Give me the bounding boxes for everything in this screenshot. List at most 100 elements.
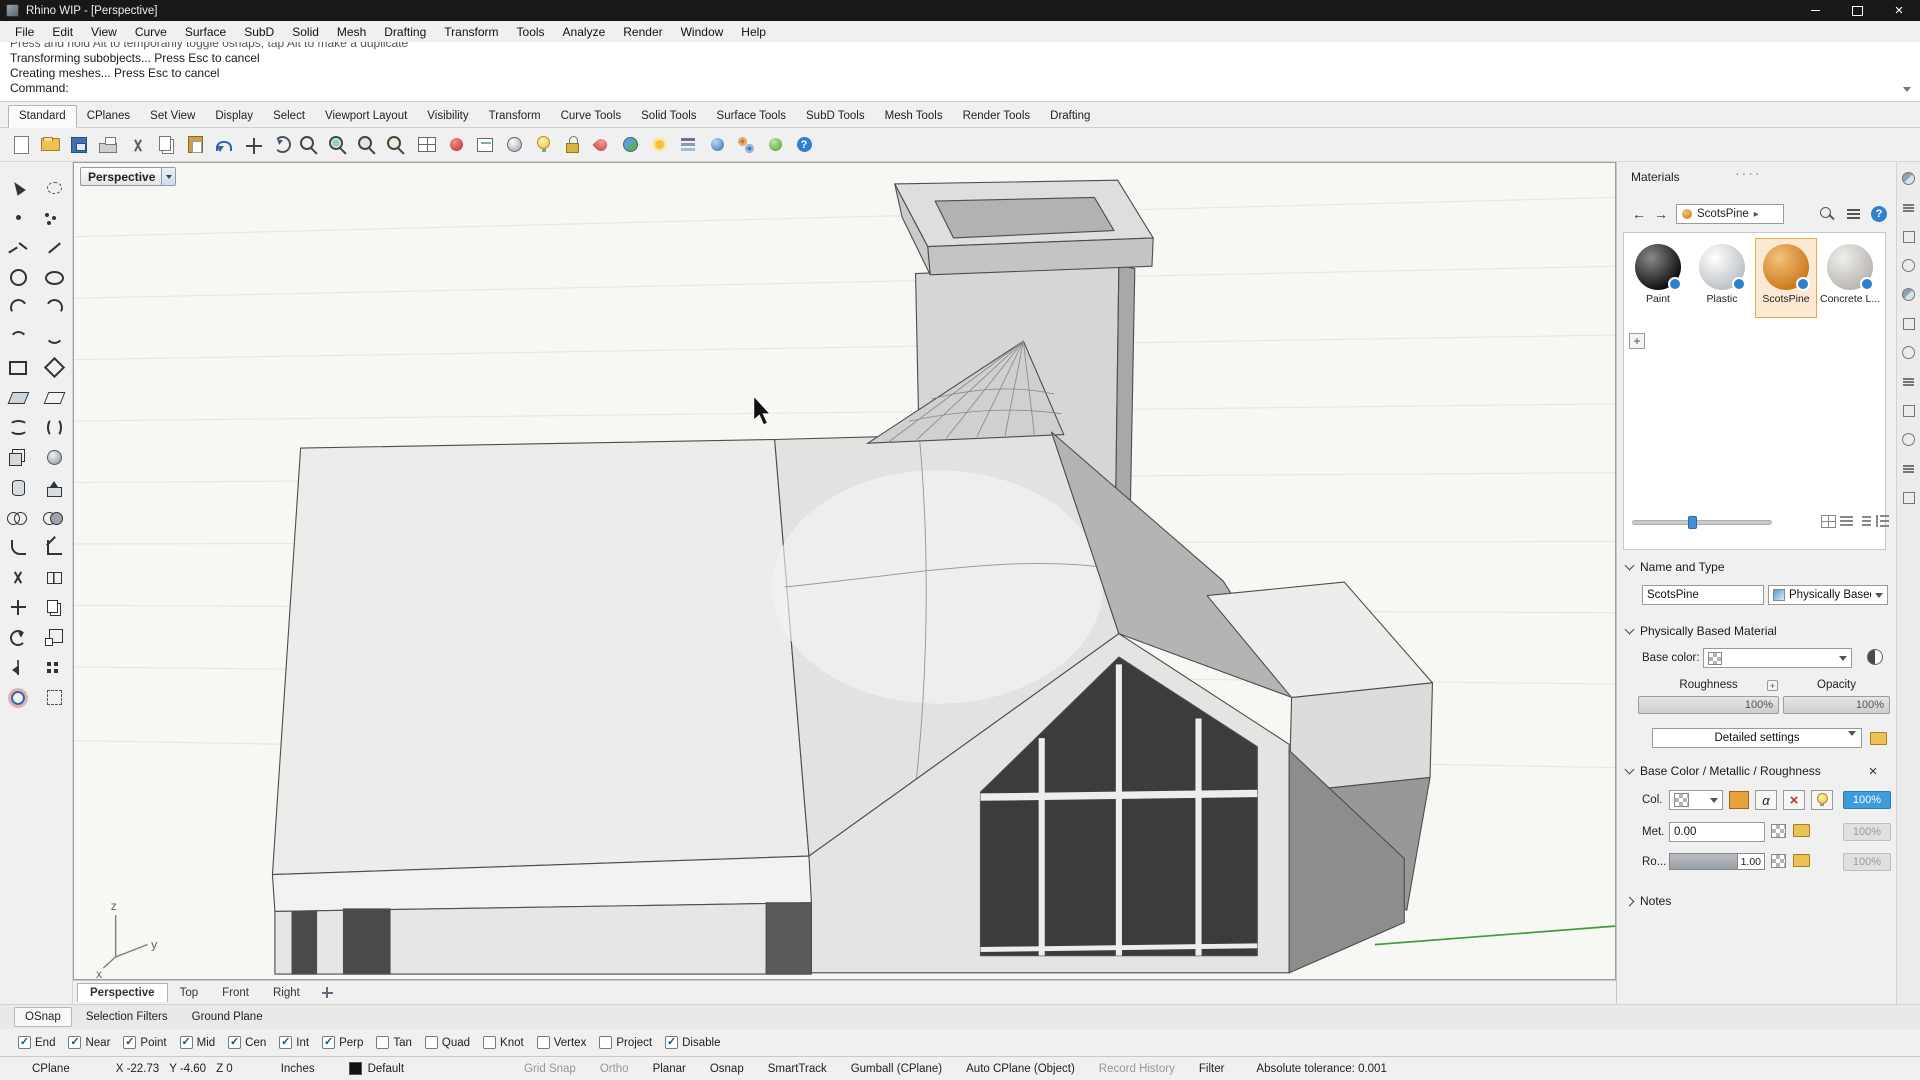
named-view-icon[interactable] <box>472 132 498 158</box>
ro-amount-chip[interactable]: 100% <box>1843 853 1891 871</box>
open-file-icon[interactable] <box>37 132 63 158</box>
handle-curve-icon[interactable] <box>40 326 68 349</box>
render-environment-icon[interactable] <box>617 132 643 158</box>
viewport-tab-top[interactable]: Top <box>168 984 211 1002</box>
save-file-icon[interactable] <box>66 132 92 158</box>
menu-solid[interactable]: Solid <box>283 23 328 41</box>
osnap-point[interactable]: ✓ Point <box>123 1036 167 1049</box>
tab-curve-tools[interactable]: Curve Tools <box>551 106 632 127</box>
status-gumball[interactable]: Gumball (CPlane) <box>851 1063 942 1075</box>
panel-menu-icon[interactable] <box>1843 204 1863 224</box>
section-base-color-metallic-roughness[interactable]: Base Color / Metallic / Roughness <box>1623 760 1886 782</box>
trim-icon[interactable] <box>4 566 32 589</box>
new-viewport-tab-icon[interactable] <box>320 985 335 1000</box>
surface-3pt-icon[interactable] <box>40 386 68 409</box>
sun-panel-icon[interactable] <box>1900 344 1917 361</box>
met-amount-chip[interactable]: 100% <box>1843 823 1891 841</box>
alpha-button[interactable] <box>1755 790 1777 810</box>
viewport-tab-right[interactable]: Right <box>261 984 312 1002</box>
self-illumination-button[interactable] <box>1811 790 1833 810</box>
back-icon[interactable] <box>1629 204 1649 224</box>
lock-icon[interactable] <box>559 132 585 158</box>
chamfer-icon[interactable] <box>40 536 68 559</box>
materials-panel-icon[interactable] <box>1900 257 1917 274</box>
osnap-int[interactable]: ✓ Int <box>279 1036 309 1049</box>
checkbox[interactable]: ✓ <box>322 1036 336 1049</box>
thumbnail-view-icon[interactable] <box>1820 514 1836 528</box>
opacity-slider[interactable]: 100% <box>1783 696 1890 714</box>
remove-texture-button[interactable] <box>1783 790 1805 810</box>
material-item-paint[interactable]: Paint <box>1627 238 1689 318</box>
layers-icon[interactable] <box>675 132 701 158</box>
menu-mesh[interactable]: Mesh <box>328 23 375 41</box>
print-icon[interactable] <box>95 132 121 158</box>
layers-panel-icon[interactable] <box>1900 199 1917 216</box>
zoom-selected-icon[interactable] <box>385 132 411 158</box>
light-icon[interactable] <box>530 132 556 158</box>
metallic-input[interactable] <box>1669 822 1765 842</box>
tab-ground-plane[interactable]: Ground Plane <box>182 1008 273 1026</box>
checkbox[interactable]: ✓ <box>665 1036 679 1049</box>
paste-icon[interactable] <box>182 132 208 158</box>
tab-set-view[interactable]: Set View <box>140 106 205 127</box>
open-texture-folder-icon[interactable] <box>1792 823 1810 838</box>
rotate-icon[interactable] <box>4 626 32 649</box>
command-prompt[interactable]: Command: <box>10 81 1920 96</box>
viewport-tab-perspective[interactable]: Perspective <box>77 983 168 1002</box>
curve-icon[interactable] <box>4 326 32 349</box>
box-icon[interactable] <box>4 446 32 469</box>
menu-help[interactable]: Help <box>732 23 775 41</box>
viewport-title[interactable]: Perspective <box>80 167 177 186</box>
grasshopper-icon[interactable] <box>762 132 788 158</box>
point-icon[interactable] <box>4 206 32 229</box>
libraries-panel-icon[interactable] <box>1900 373 1917 390</box>
notes-panel-icon[interactable] <box>1900 402 1917 419</box>
web-panel-icon[interactable] <box>1900 460 1917 477</box>
material-item-scotspine[interactable]: ScotsPine <box>1755 238 1817 318</box>
viewport-tab-front[interactable]: Front <box>210 984 261 1002</box>
detailed-settings-select[interactable]: Detailed settings <box>1652 728 1862 748</box>
cut-icon[interactable] <box>124 132 150 158</box>
tab-surface-tools[interactable]: Surface Tools <box>707 106 796 127</box>
tab-selection-filters[interactable]: Selection Filters <box>76 1008 178 1026</box>
maximize-button[interactable] <box>1836 0 1878 21</box>
checkbox[interactable]: ✓ <box>228 1036 242 1049</box>
command-scroll-icon[interactable] <box>1903 87 1911 96</box>
copy-object-icon[interactable] <box>40 596 68 619</box>
tab-transform[interactable]: Transform <box>479 106 551 127</box>
roughness-slider[interactable]: 100% <box>1638 696 1779 714</box>
gumball-icon[interactable] <box>4 686 32 709</box>
roughness-value-slider[interactable]: 1.00 <box>1669 853 1765 870</box>
point-cloud-icon[interactable] <box>40 206 68 229</box>
material-item-plastic[interactable]: Plastic <box>1691 238 1753 318</box>
col-amount-chip[interactable]: 100% <box>1843 791 1891 809</box>
status-filter[interactable]: Filter <box>1199 1063 1225 1075</box>
help-icon[interactable] <box>791 132 817 158</box>
tab-subd-tools[interactable]: SubD Tools <box>796 106 875 127</box>
section-physically-based[interactable]: Physically Based Material <box>1623 620 1886 642</box>
move-icon[interactable] <box>4 596 32 619</box>
menu-subd[interactable]: SubD <box>235 23 283 41</box>
tab-viewport-layout[interactable]: Viewport Layout <box>315 106 417 127</box>
copy-icon[interactable] <box>153 132 179 158</box>
osnap-vertex[interactable]: Vertex <box>536 1036 586 1049</box>
osnap-knot[interactable]: Knot <box>483 1036 524 1049</box>
array-icon[interactable] <box>40 656 68 679</box>
render-icon[interactable] <box>704 132 730 158</box>
status-tolerance[interactable]: Absolute tolerance: 0.001 <box>1256 1063 1386 1075</box>
status-osnap[interactable]: Osnap <box>710 1063 744 1075</box>
checkbox[interactable] <box>424 1036 438 1049</box>
rotate-view-icon[interactable] <box>269 132 295 158</box>
ellipse-icon[interactable] <box>40 266 68 289</box>
list-view-icon[interactable] <box>1838 514 1854 528</box>
tab-standard[interactable]: Standard <box>8 105 77 128</box>
split-icon[interactable] <box>40 566 68 589</box>
close-button[interactable] <box>1878 0 1920 21</box>
menu-analyze[interactable]: Analyze <box>554 23 615 41</box>
status-layer[interactable]: Default <box>368 1063 404 1075</box>
circle-icon[interactable] <box>4 266 32 289</box>
polygon-icon[interactable] <box>40 356 68 379</box>
loft-icon[interactable] <box>4 416 32 439</box>
material-item-concrete[interactable]: Concrete L... <box>1819 238 1881 318</box>
history-panel-icon[interactable] <box>1900 489 1917 506</box>
